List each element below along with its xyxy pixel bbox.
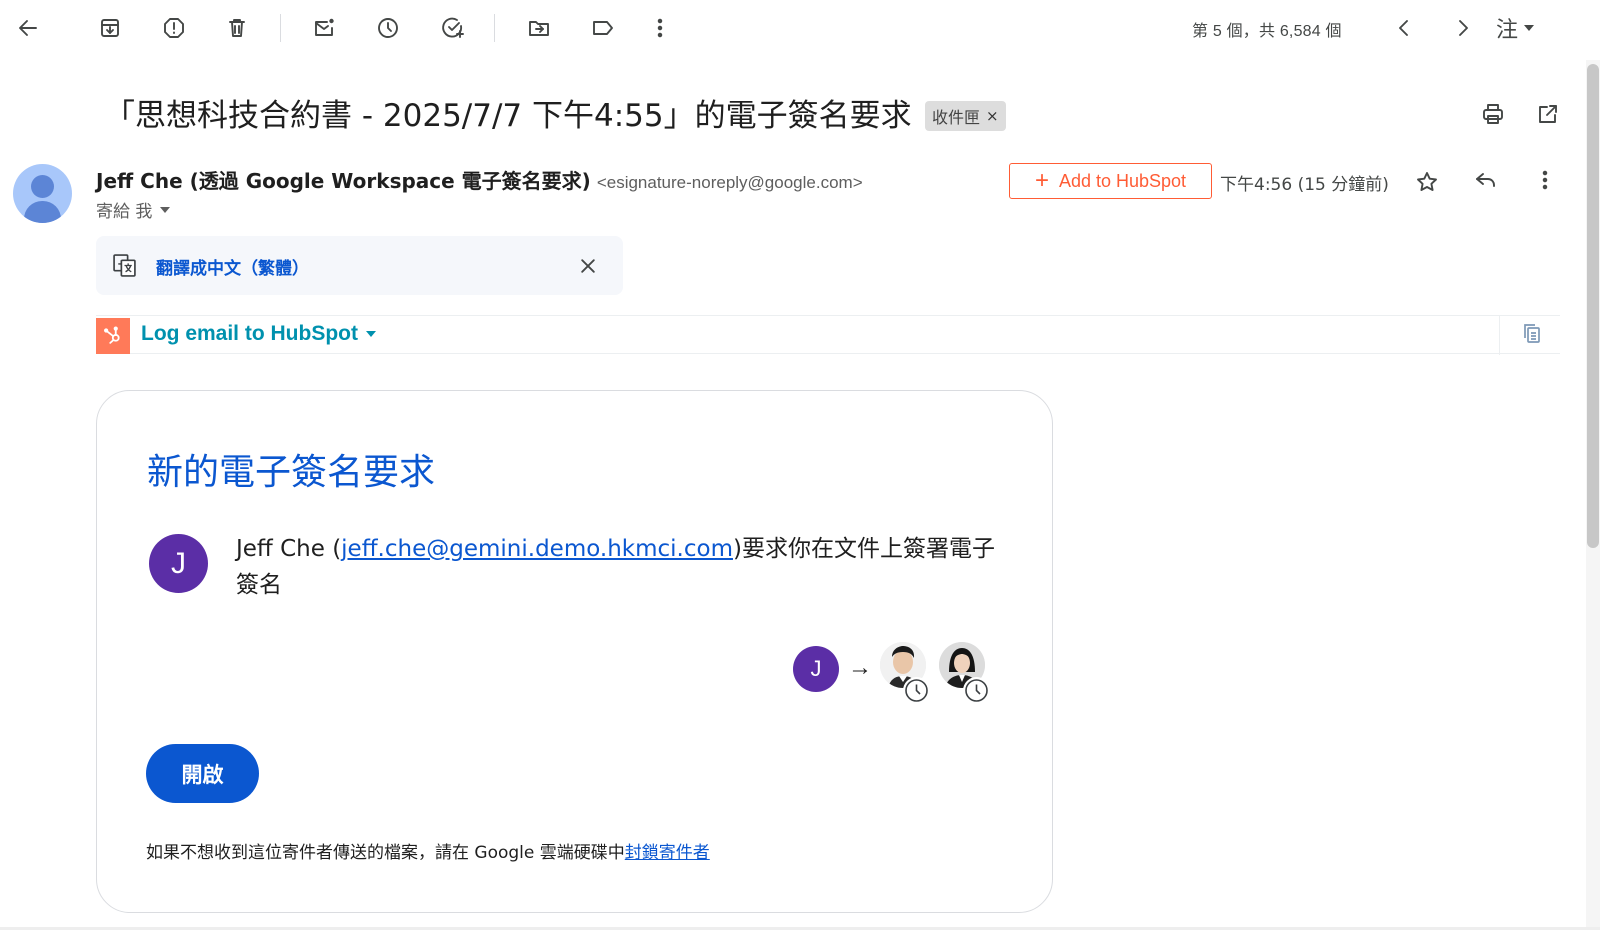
labels-button[interactable]: [585, 10, 621, 46]
print-icon: [1483, 104, 1503, 124]
plus-icon: +: [1034, 167, 1049, 194]
chevron-right-icon: [1459, 20, 1468, 36]
pending-clock-icon: [903, 677, 930, 704]
chevron-left-icon: [1399, 20, 1408, 36]
star-icon: [1417, 172, 1437, 191]
hubspot-logo-icon: [96, 318, 130, 354]
input-tools-button[interactable]: 注: [1496, 12, 1535, 44]
block-sender-notice: 如果不想收到這位寄件者傳送的檔案，請在 Google 雲端硬碟中封鎖寄件者: [146, 838, 710, 863]
esignature-card: 新的電子簽名要求 J Jeff Che (jeff.che@gemini.dem…: [96, 390, 1053, 913]
add-to-hubspot-label: Add to HubSpot: [1058, 170, 1187, 191]
open-in-new-icon: [1539, 105, 1557, 123]
sender-name[interactable]: Jeff Che (透過 Google Workspace 電子簽名要求): [96, 165, 591, 194]
recipient-details-toggle[interactable]: 寄給 我: [96, 197, 171, 222]
reply-button[interactable]: [1468, 162, 1504, 198]
more-vert-icon: [657, 18, 663, 38]
hubspot-divider: [1499, 316, 1500, 355]
request-message: Jeff Che (jeff.che@gemini.demo.hkmci.com…: [236, 531, 1006, 603]
older-button[interactable]: [1445, 10, 1481, 46]
translate-bar: 翻譯成中文（繁體）: [96, 236, 623, 295]
close-icon: [581, 259, 595, 273]
chevron-down-icon: [160, 206, 171, 213]
print-all-button[interactable]: [1475, 96, 1511, 132]
block-sender-link[interactable]: 封鎖寄件者: [625, 843, 710, 863]
translate-icon: [113, 254, 136, 277]
back-button[interactable]: [10, 10, 46, 46]
message-prefix: Jeff Che (: [236, 536, 342, 562]
log-email-hubspot-dropdown[interactable]: Log email to HubSpot: [141, 322, 376, 346]
hubspot-bar: Log email to HubSpot: [96, 315, 1560, 355]
close-translate-button[interactable]: [572, 250, 604, 282]
chevron-down-icon: [365, 331, 376, 337]
toolbar-divider: [280, 14, 281, 42]
translate-link[interactable]: 翻譯成中文（繁體）: [156, 254, 309, 279]
email-subject: 「思想科技合約書 - 2025/7/7 下午4:55」的電子簽名要求: [104, 98, 912, 134]
flow-arrow-icon: →: [848, 654, 872, 681]
newer-button[interactable]: [1386, 10, 1422, 46]
add-to-tasks-button[interactable]: [435, 10, 471, 46]
signing-flow: J →: [793, 642, 1013, 706]
toolbar-divider: [494, 14, 495, 42]
email-timestamp: 下午4:56 (15 分鐘前): [1220, 175, 1389, 195]
message-counter: 第 5 個，共 6,584 個: [1192, 23, 1342, 40]
sender-line: Jeff Che (透過 Google Workspace 電子簽名要求) <e…: [96, 165, 863, 194]
chevron-down-icon: [1524, 25, 1535, 31]
requester-avatar: J: [149, 534, 208, 593]
arrow-left-icon: [19, 20, 37, 36]
requester-email-link[interactable]: jeff.che@gemini.demo.hkmci.com: [341, 536, 733, 562]
archive-button[interactable]: [92, 10, 128, 46]
open-button[interactable]: 開啟: [146, 744, 259, 803]
report-spam-button[interactable]: [156, 10, 192, 46]
scrollbar-thumb[interactable]: [1587, 64, 1599, 548]
inbox-label-chip: 收件匣 ×: [925, 101, 1006, 131]
report-icon: [164, 18, 184, 38]
message-more-button[interactable]: [1527, 162, 1563, 198]
add-to-hubspot-button[interactable]: + Add to HubSpot: [1009, 163, 1212, 199]
copy-icon[interactable]: [1520, 322, 1548, 350]
input-tools-label: 注: [1496, 18, 1519, 43]
clock-icon: [378, 18, 398, 38]
sender-avatar[interactable]: [13, 164, 72, 223]
mark-unread-button[interactable]: [306, 10, 342, 46]
label-icon: [593, 21, 613, 35]
more-options-button[interactable]: [642, 10, 678, 46]
person-icon-head: [31, 175, 54, 198]
person-icon-body: [24, 201, 61, 223]
move-to-button[interactable]: [521, 10, 557, 46]
trash-icon: [229, 19, 245, 37]
inbox-label-text: 收件匣: [932, 108, 981, 127]
remove-label-button[interactable]: ×: [986, 107, 999, 125]
delete-button[interactable]: [219, 10, 255, 46]
archive-icon: [101, 19, 119, 37]
card-title: 新的電子簽名要求: [147, 452, 436, 493]
folder-move-icon: [529, 21, 549, 36]
pending-clock-icon: [963, 677, 990, 704]
task-add-icon: [442, 17, 464, 38]
sender-email: <esignature-noreply@google.com>: [596, 173, 863, 192]
reply-icon: [1476, 173, 1495, 187]
block-notice-text: 如果不想收到這位寄件者傳送的檔案，請在 Google 雲端硬碟中: [146, 843, 625, 863]
recipient-label: 寄給 我: [96, 202, 153, 222]
log-email-label: Log email to HubSpot: [141, 322, 358, 345]
more-vert-icon: [1542, 170, 1548, 190]
mail-unread-icon: [315, 18, 334, 36]
open-new-window-button[interactable]: [1530, 96, 1566, 132]
star-button[interactable]: [1409, 164, 1445, 200]
snooze-button[interactable]: [370, 10, 406, 46]
flow-sender-avatar: J: [793, 646, 839, 692]
